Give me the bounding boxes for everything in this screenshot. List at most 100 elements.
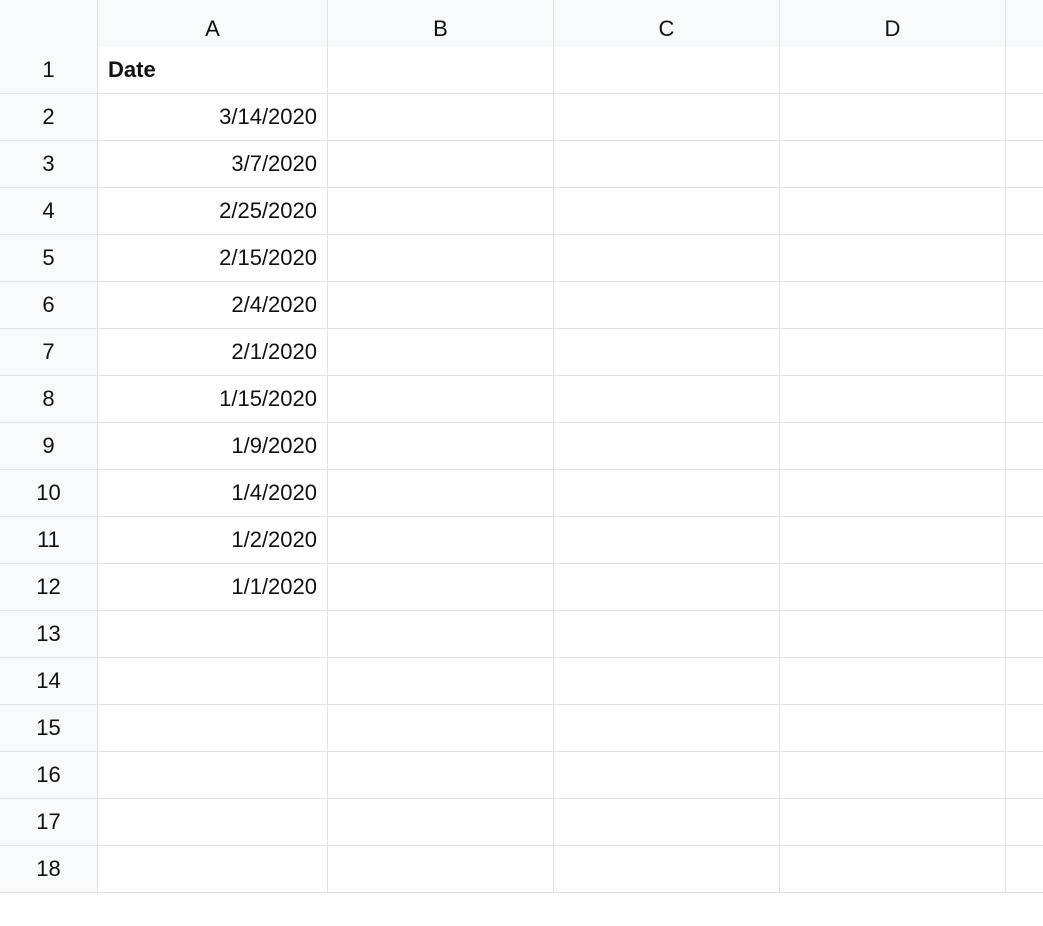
cell-B3[interactable] [328,141,554,188]
cell-D10[interactable] [780,470,1006,517]
cell-A2[interactable]: 3/14/2020 [98,94,328,141]
cell-B11[interactable] [328,517,554,564]
cell-A14[interactable] [98,658,328,705]
cell-E15[interactable] [1006,705,1043,752]
cell-E3[interactable] [1006,141,1043,188]
cell-B1[interactable] [328,47,554,94]
cell-D18[interactable] [780,846,1006,893]
cell-C9[interactable] [554,423,780,470]
cell-D12[interactable] [780,564,1006,611]
cell-C1[interactable] [554,47,780,94]
cell-C13[interactable] [554,611,780,658]
cell-A7[interactable]: 2/1/2020 [98,329,328,376]
cell-C15[interactable] [554,705,780,752]
cell-C12[interactable] [554,564,780,611]
cell-A3[interactable]: 3/7/2020 [98,141,328,188]
row-header-4[interactable]: 4 [0,188,98,235]
cell-B4[interactable] [328,188,554,235]
cell-A6[interactable]: 2/4/2020 [98,282,328,329]
row-header-14[interactable]: 14 [0,658,98,705]
cell-E11[interactable] [1006,517,1043,564]
cell-A13[interactable] [98,611,328,658]
cell-B8[interactable] [328,376,554,423]
cell-A9[interactable]: 1/9/2020 [98,423,328,470]
cell-E5[interactable] [1006,235,1043,282]
cell-D3[interactable] [780,141,1006,188]
cell-D14[interactable] [780,658,1006,705]
cell-C7[interactable] [554,329,780,376]
cell-E17[interactable] [1006,799,1043,846]
cell-B9[interactable] [328,423,554,470]
cell-E13[interactable] [1006,611,1043,658]
cell-B16[interactable] [328,752,554,799]
cell-A15[interactable] [98,705,328,752]
cell-D13[interactable] [780,611,1006,658]
row-header-5[interactable]: 5 [0,235,98,282]
cell-B18[interactable] [328,846,554,893]
cell-D16[interactable] [780,752,1006,799]
row-header-16[interactable]: 16 [0,752,98,799]
cell-C3[interactable] [554,141,780,188]
cell-B6[interactable] [328,282,554,329]
row-header-9[interactable]: 9 [0,423,98,470]
cell-E8[interactable] [1006,376,1043,423]
cell-D9[interactable] [780,423,1006,470]
cell-A11[interactable]: 1/2/2020 [98,517,328,564]
row-header-10[interactable]: 10 [0,470,98,517]
cell-A17[interactable] [98,799,328,846]
row-header-7[interactable]: 7 [0,329,98,376]
cell-D7[interactable] [780,329,1006,376]
cell-E9[interactable] [1006,423,1043,470]
row-header-6[interactable]: 6 [0,282,98,329]
cell-B13[interactable] [328,611,554,658]
cell-E2[interactable] [1006,94,1043,141]
cell-E12[interactable] [1006,564,1043,611]
cell-A5[interactable]: 2/15/2020 [98,235,328,282]
cell-B12[interactable] [328,564,554,611]
cell-E10[interactable] [1006,470,1043,517]
row-header-15[interactable]: 15 [0,705,98,752]
cell-C6[interactable] [554,282,780,329]
cell-A1[interactable]: Date [98,47,328,94]
cell-C14[interactable] [554,658,780,705]
cell-D1[interactable] [780,47,1006,94]
spreadsheet-grid[interactable]: A B C D 1 Date 2 3/14/2020 3 3/7/2020 4 … [0,0,1043,893]
cell-D6[interactable] [780,282,1006,329]
cell-C11[interactable] [554,517,780,564]
row-header-1[interactable]: 1 [0,47,98,94]
cell-B15[interactable] [328,705,554,752]
cell-B17[interactable] [328,799,554,846]
cell-E4[interactable] [1006,188,1043,235]
row-header-2[interactable]: 2 [0,94,98,141]
row-header-3[interactable]: 3 [0,141,98,188]
cell-C2[interactable] [554,94,780,141]
cell-B14[interactable] [328,658,554,705]
cell-C8[interactable] [554,376,780,423]
cell-D8[interactable] [780,376,1006,423]
row-header-8[interactable]: 8 [0,376,98,423]
cell-E16[interactable] [1006,752,1043,799]
cell-E18[interactable] [1006,846,1043,893]
row-header-17[interactable]: 17 [0,799,98,846]
cell-D2[interactable] [780,94,1006,141]
cell-E1[interactable] [1006,47,1043,94]
cell-E14[interactable] [1006,658,1043,705]
cell-C4[interactable] [554,188,780,235]
row-header-11[interactable]: 11 [0,517,98,564]
cell-E6[interactable] [1006,282,1043,329]
cell-C10[interactable] [554,470,780,517]
cell-D5[interactable] [780,235,1006,282]
cell-C16[interactable] [554,752,780,799]
cell-C18[interactable] [554,846,780,893]
cell-A18[interactable] [98,846,328,893]
cell-A8[interactable]: 1/15/2020 [98,376,328,423]
row-header-13[interactable]: 13 [0,611,98,658]
cell-B2[interactable] [328,94,554,141]
row-header-12[interactable]: 12 [0,564,98,611]
row-header-18[interactable]: 18 [0,846,98,893]
cell-D17[interactable] [780,799,1006,846]
cell-D11[interactable] [780,517,1006,564]
cell-C17[interactable] [554,799,780,846]
cell-A12[interactable]: 1/1/2020 [98,564,328,611]
cell-B10[interactable] [328,470,554,517]
